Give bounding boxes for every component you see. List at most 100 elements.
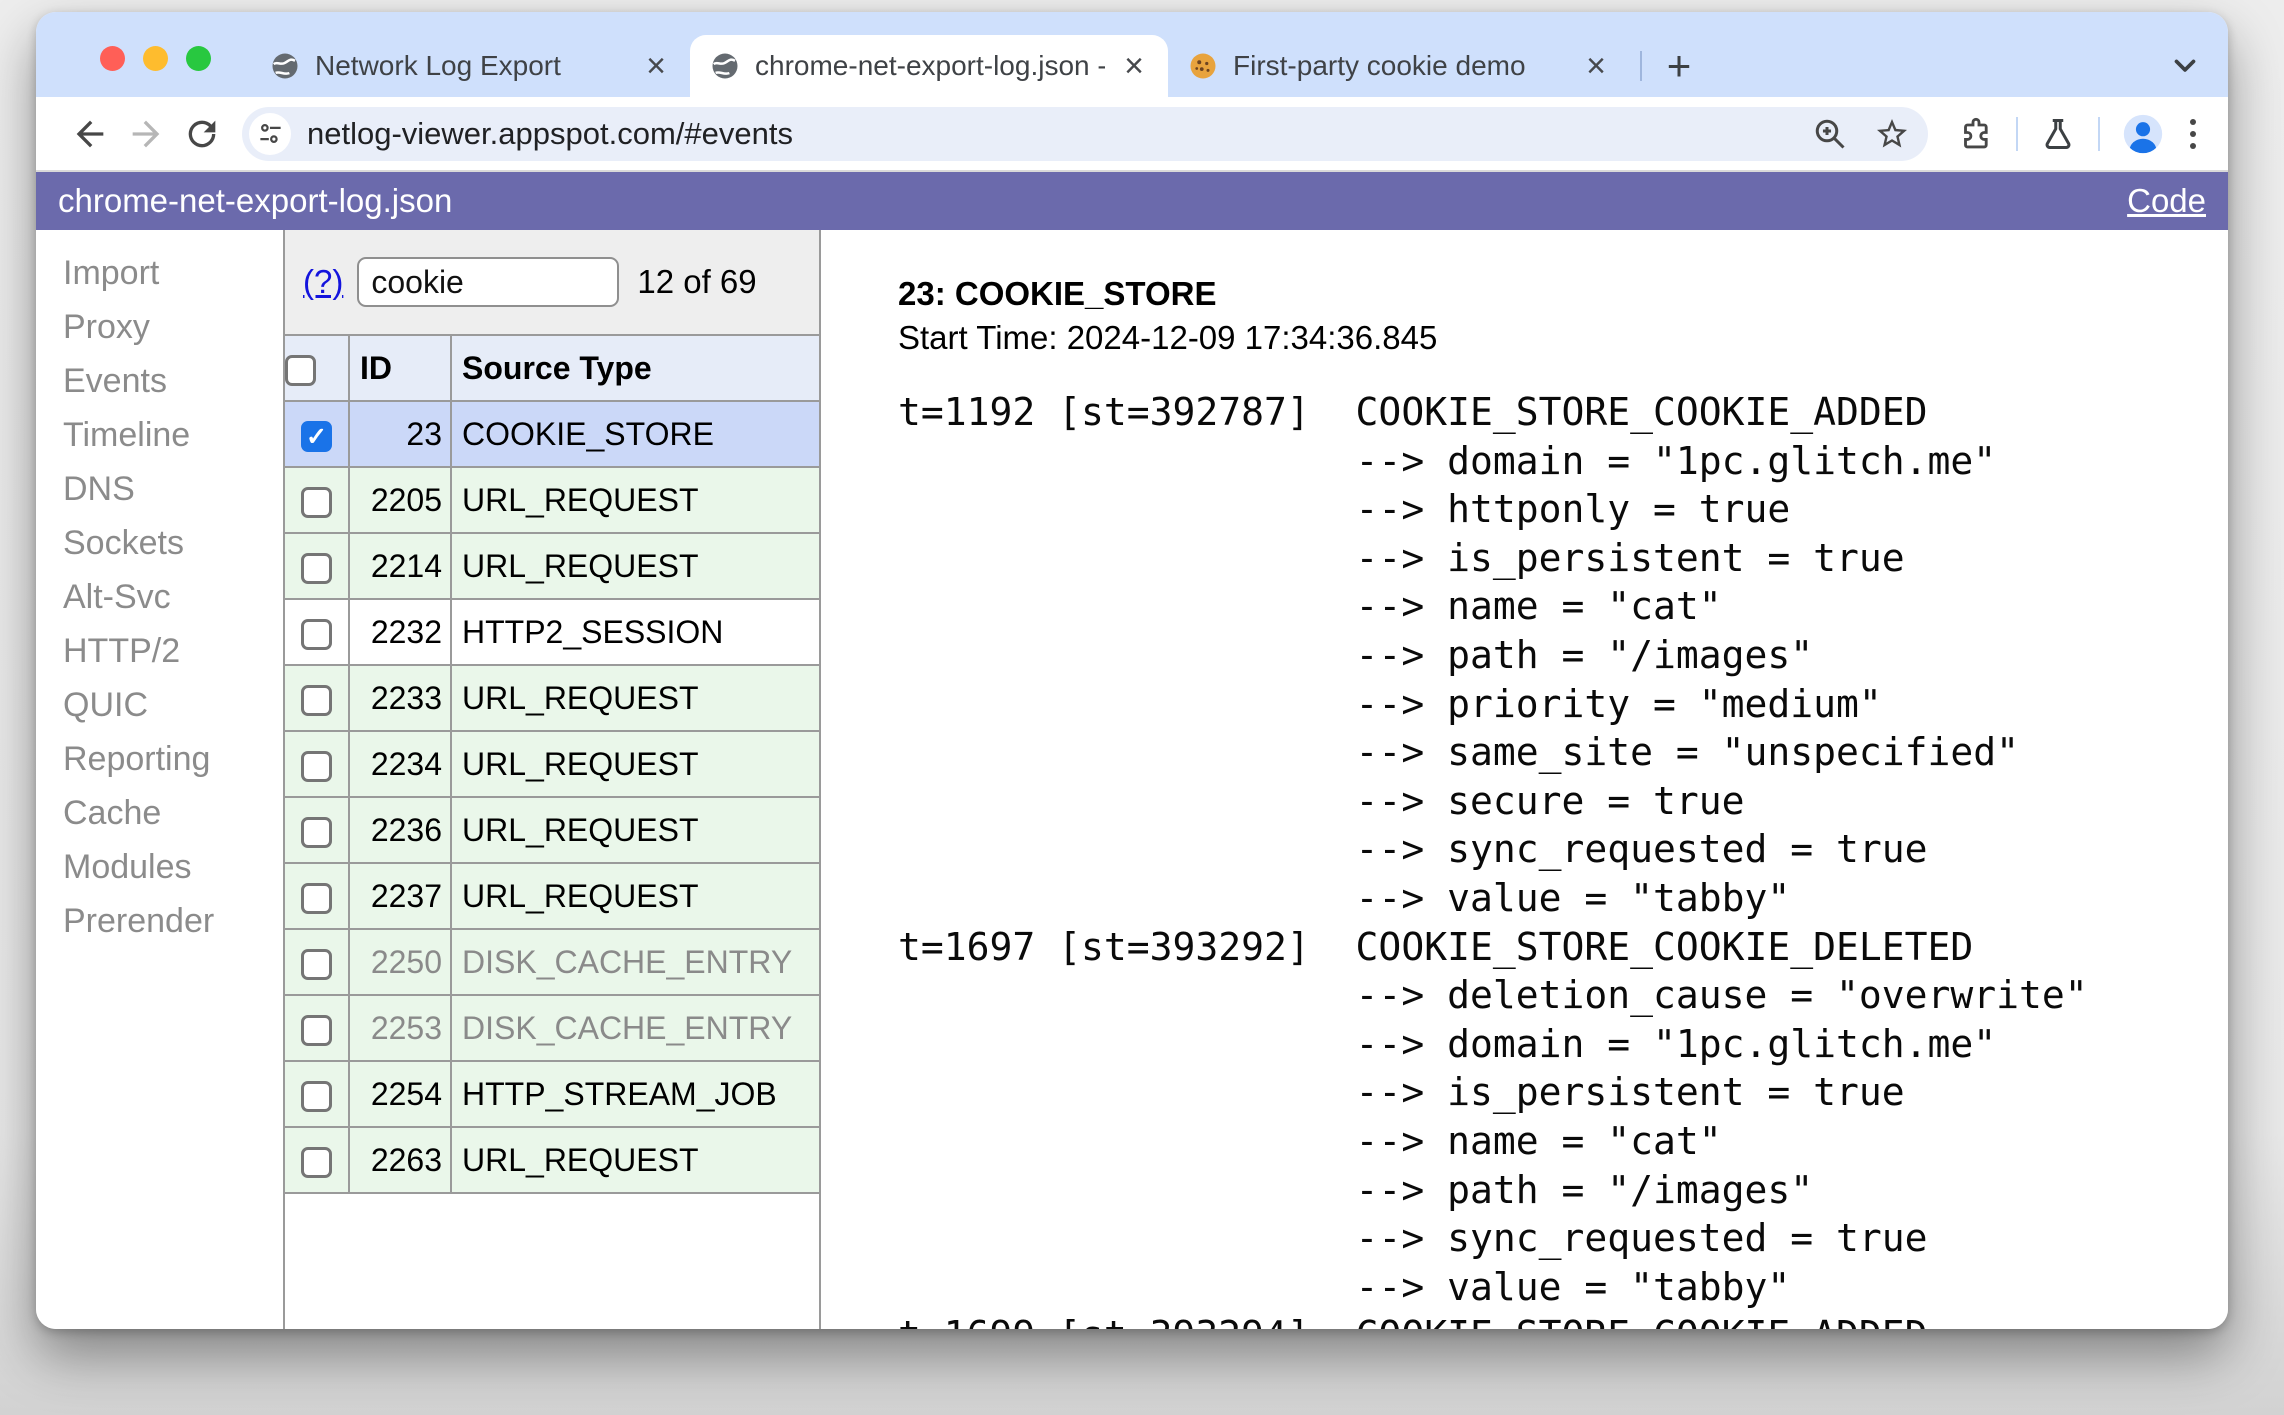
close-icon[interactable]: × [1582, 49, 1610, 83]
row-checkbox[interactable] [301, 684, 332, 716]
tab-chrome-net-export-log[interactable]: chrome-net-export-log.json - × [690, 35, 1168, 97]
row-id: 2250 [348, 928, 452, 996]
table-row[interactable]: 2236 URL_REQUEST [285, 796, 819, 864]
traffic-lights [100, 46, 211, 71]
filter-result-count: 12 of 69 [637, 263, 757, 300]
profile-avatar[interactable] [2120, 111, 2166, 157]
browser-toolbar: netlog-viewer.appspot.com/#events [36, 97, 2228, 172]
close-window-button[interactable] [100, 46, 125, 71]
row-checkbox-cell [285, 994, 350, 1062]
row-source-type: URL_REQUEST [450, 796, 819, 864]
extensions-icon[interactable] [1958, 116, 1994, 152]
row-checkbox[interactable] [301, 948, 332, 980]
row-checkbox[interactable] [301, 618, 332, 650]
sidebar-item-alt-svc[interactable]: Alt-Svc [63, 570, 283, 624]
sidebar-item-proxy[interactable]: Proxy [63, 300, 283, 354]
table-row[interactable]: 2253 DISK_CACHE_ENTRY [285, 994, 819, 1062]
close-icon[interactable]: × [642, 49, 670, 83]
row-source-type: COOKIE_STORE [450, 400, 819, 468]
select-all-checkbox[interactable] [285, 354, 316, 386]
table-row[interactable]: 2237 URL_REQUEST [285, 862, 819, 930]
filter-help-link[interactable]: (?) [303, 263, 343, 301]
row-checkbox[interactable] [301, 552, 332, 584]
header-checkbox-cell [285, 334, 350, 402]
tab-strip: Network Log Export × chrome-net-export-l… [36, 12, 2228, 97]
tab-first-party-cookie-demo[interactable]: First-party cookie demo × [1168, 35, 1630, 97]
tune-icon [259, 124, 281, 143]
row-checkbox[interactable]: ✓ [301, 420, 332, 452]
tab-network-log-export[interactable]: Network Log Export × [250, 35, 690, 97]
sidebar-item-import[interactable]: Import [63, 246, 283, 300]
row-id: 2254 [348, 1060, 452, 1128]
table-row[interactable]: 2263 URL_REQUEST [285, 1126, 819, 1194]
table-row[interactable]: 2233 URL_REQUEST [285, 664, 819, 732]
row-id: 2233 [348, 664, 452, 732]
row-checkbox[interactable] [301, 1080, 332, 1112]
row-checkbox[interactable] [301, 882, 332, 914]
netlog-header: chrome-net-export-log.json Code [36, 172, 2228, 230]
filter-input[interactable] [357, 257, 620, 307]
table-row[interactable]: 2254 HTTP_STREAM_JOB [285, 1060, 819, 1128]
sidebar-item-modules[interactable]: Modules [63, 840, 283, 894]
chevron-down-icon[interactable] [2168, 48, 2202, 82]
row-id: 2205 [348, 466, 452, 534]
sidebar-item-reporting[interactable]: Reporting [63, 732, 283, 786]
row-id: 2263 [348, 1126, 452, 1194]
flask-icon[interactable] [2040, 116, 2076, 152]
maximize-window-button[interactable] [186, 46, 211, 71]
close-icon[interactable]: × [1120, 49, 1148, 83]
zoom-icon[interactable] [1812, 116, 1848, 152]
row-checkbox-cell [285, 532, 350, 600]
back-icon [76, 120, 104, 147]
sidebar-item-cache[interactable]: Cache [63, 786, 283, 840]
column-header-source-type: Source Type [450, 334, 819, 402]
url-text[interactable]: netlog-viewer.appspot.com/#events [307, 116, 1786, 152]
table-row[interactable]: 2232 HTTP2_SESSION [285, 598, 819, 666]
bookmark-star-icon[interactable] [1874, 116, 1910, 152]
sidebar-item-timeline[interactable]: Timeline [63, 408, 283, 462]
row-checkbox-cell [285, 928, 350, 996]
row-checkbox-cell [285, 466, 350, 534]
row-source-type: URL_REQUEST [450, 1126, 819, 1194]
sidebar-item-prerender[interactable]: Prerender [63, 894, 283, 948]
row-checkbox-cell [285, 598, 350, 666]
table-row[interactable]: 2205 URL_REQUEST [285, 466, 819, 534]
row-checkbox[interactable] [301, 750, 332, 782]
sidebar-item-sockets[interactable]: Sockets [63, 516, 283, 570]
table-row[interactable]: 2214 URL_REQUEST [285, 532, 819, 600]
table-header-row: ID Source Type [285, 334, 819, 402]
menu-kebab-icon[interactable] [2190, 118, 2196, 149]
back-button[interactable] [62, 106, 118, 162]
minimize-window-button[interactable] [143, 46, 168, 71]
row-checkbox-cell [285, 1126, 350, 1194]
row-checkbox[interactable] [301, 1146, 332, 1178]
reload-button[interactable] [174, 106, 230, 162]
sidebar-item-http-2[interactable]: HTTP/2 [63, 624, 283, 678]
new-tab-button[interactable]: + [1652, 39, 1706, 93]
row-checkbox[interactable] [301, 816, 332, 848]
row-checkbox[interactable] [301, 486, 332, 518]
row-id: 2236 [348, 796, 452, 864]
site-settings-button[interactable] [249, 112, 291, 155]
row-source-type: HTTP_STREAM_JOB [450, 1060, 819, 1128]
sidebar-item-events[interactable]: Events [63, 354, 283, 408]
row-source-type: URL_REQUEST [450, 466, 819, 534]
tab-title: First-party cookie demo [1233, 50, 1526, 81]
row-id: 2234 [348, 730, 452, 798]
omnibox[interactable]: netlog-viewer.appspot.com/#events [242, 106, 1928, 161]
globe-icon [712, 53, 738, 79]
forward-button[interactable] [118, 106, 174, 162]
main-content: Import Proxy Events Timeline DNS Sockets Alt-S… [36, 230, 2228, 1329]
code-link[interactable]: Code [2127, 182, 2206, 220]
row-source-type: HTTP2_SESSION [450, 598, 819, 666]
table-row[interactable]: ✓ 23 COOKIE_STORE [285, 400, 819, 468]
table-row[interactable]: 2250 DISK_CACHE_ENTRY [285, 928, 819, 996]
row-id: 2237 [348, 862, 452, 930]
sidebar-item-dns[interactable]: DNS [63, 462, 283, 516]
row-checkbox[interactable] [301, 1014, 332, 1046]
forward-icon [132, 120, 160, 147]
event-detail-panel: 23: COOKIE_STORE Start Time: 2024-12-09 … [821, 230, 2228, 1329]
sidebar-item-quic[interactable]: QUIC [63, 678, 283, 732]
table-row[interactable]: 2234 URL_REQUEST [285, 730, 819, 798]
reload-icon [188, 120, 216, 147]
